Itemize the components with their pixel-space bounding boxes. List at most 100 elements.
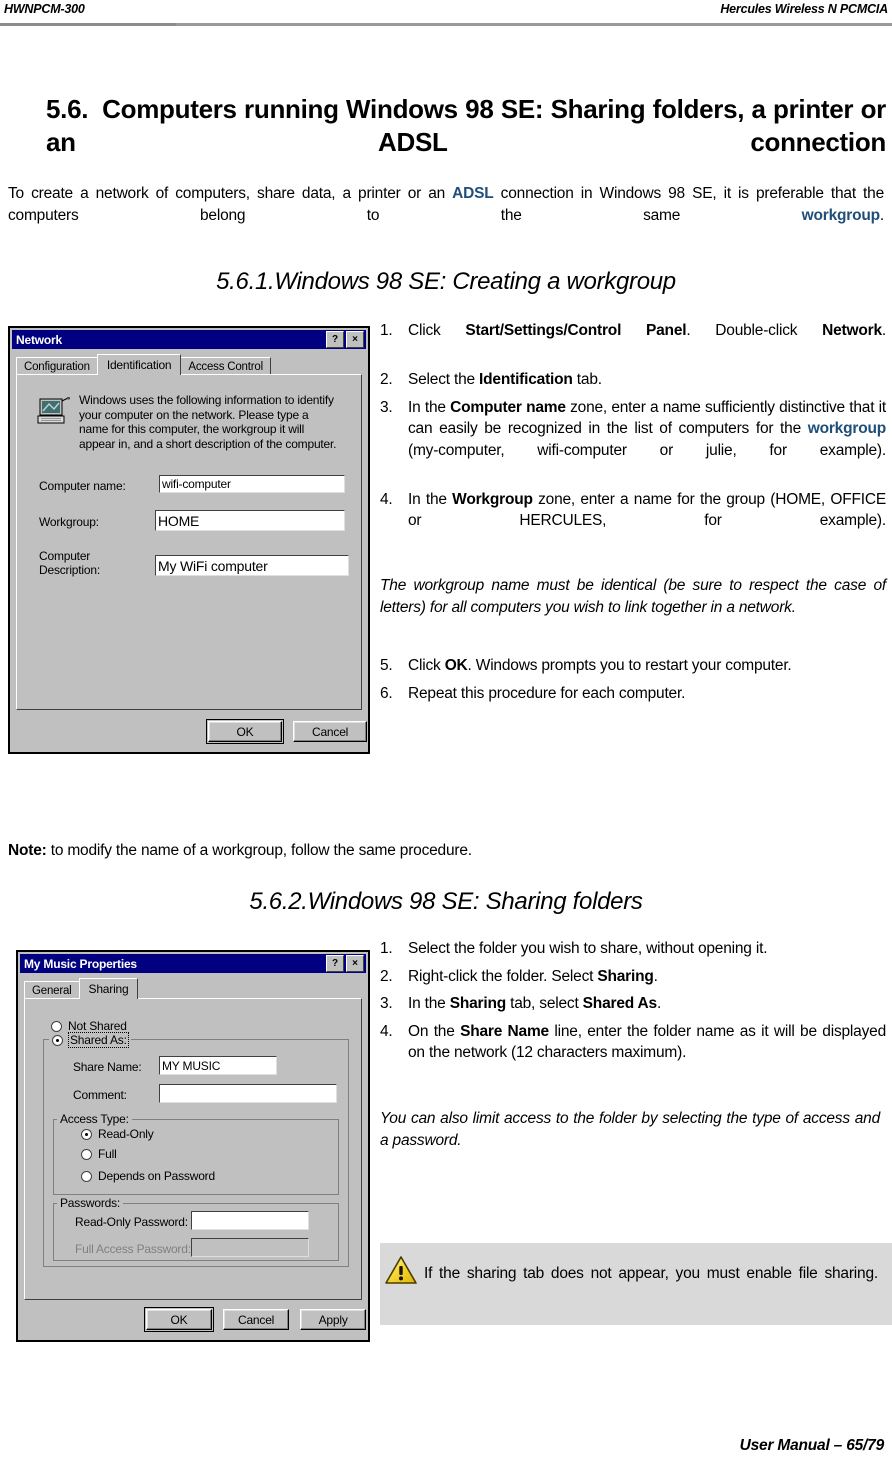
step-text: Select the Identification tab. — [408, 371, 602, 388]
access-type-read-only-radio[interactable]: Read-Only — [81, 1127, 154, 1141]
network-dialog-buttons: OK Cancel — [206, 719, 368, 744]
list-item: 1. Click Start/Settings/Control Panel. D… — [380, 320, 886, 363]
workgroup-identical-note: The workgroup name must be identical (be… — [380, 577, 886, 616]
help-icon[interactable]: ? — [326, 955, 344, 972]
step-text: In the Computer name zone, enter a name … — [408, 398, 886, 459]
list-item: 2. Select the Identification tab. — [380, 369, 886, 391]
step-marker: 4. — [380, 1022, 393, 1040]
step-text: In the Workgroup zone, enter a name for … — [408, 490, 886, 530]
limit-access-note: You can also limit access to the folder … — [380, 1110, 880, 1149]
radio-indicator — [81, 1170, 92, 1182]
step-marker: 2. — [380, 371, 393, 388]
computer-name-input[interactable]: wifi-computer — [159, 475, 345, 493]
network-dialog-description: Windows uses the following information t… — [79, 393, 337, 451]
list-item: 2. Right-click the folder. Select Sharin… — [380, 966, 886, 988]
access-type-full-radio[interactable]: Full — [81, 1147, 117, 1161]
network-dialog-titlebar: Network ? × — [12, 330, 366, 349]
tab-general[interactable]: General — [24, 981, 80, 999]
tab-sharing[interactable]: Sharing — [78, 978, 139, 999]
properties-dialog-buttons: OK Cancel Apply — [144, 1307, 367, 1332]
warning-triangle-icon — [384, 1255, 418, 1292]
section-intro-paragraph: To create a network of computers, share … — [8, 183, 884, 249]
read-only-password-input[interactable] — [191, 1211, 309, 1230]
read-only-label: Read-Only — [98, 1127, 154, 1141]
properties-dialog-title: My Music Properties — [24, 956, 137, 971]
warning-callout: If the sharing tab does not appear, you … — [380, 1243, 892, 1325]
access-type-label: Access Type: — [57, 1112, 132, 1126]
ok-button[interactable]: OK — [144, 1307, 214, 1332]
properties-dialog-titlebar: My Music Properties ? × — [20, 954, 366, 973]
access-type-depends-radio[interactable]: Depends on Password — [81, 1169, 215, 1183]
note-text: to modify the name of a workgroup, follo… — [46, 842, 472, 859]
steps-list-562: 1. Select the folder you wish to share, … — [380, 938, 886, 1070]
step-marker: 1. — [380, 940, 393, 957]
step-text: In the Sharing tab, select Shared As. — [408, 995, 662, 1012]
warning-text: If the sharing tab does not appear, you … — [424, 1265, 878, 1282]
full-access-password-label: Full Access Password: — [75, 1242, 191, 1256]
properties-dialog: My Music Properties ? × General Sharing … — [16, 950, 370, 1342]
step-text: On the Share Name line, enter the folder… — [408, 1022, 886, 1062]
apply-button[interactable]: Apply — [300, 1309, 367, 1330]
share-name-input[interactable]: MY MUSIC — [159, 1056, 277, 1075]
step-text: Click Start/Settings/Control Panel. Doub… — [408, 322, 887, 339]
header-right-text: Hercules Wireless N PCMCIA — [720, 2, 888, 16]
comment-label: Comment: — [73, 1088, 127, 1102]
list-item: 5. Click OK. Windows prompts you to rest… — [380, 655, 886, 677]
share-name-label: Share Name: — [73, 1060, 142, 1074]
radio-indicator — [51, 1020, 62, 1032]
note-paragraph: Note: to modify the name of a workgroup,… — [8, 840, 884, 861]
full-access-password-input — [191, 1238, 309, 1257]
page-footer: User Manual – 65/79 — [739, 1437, 885, 1454]
comment-input[interactable] — [159, 1084, 337, 1103]
step-text: Click OK. Windows prompts you to restart… — [408, 657, 792, 674]
computer-name-label: Computer name: — [39, 479, 126, 493]
step-marker: 3. — [380, 995, 393, 1012]
close-icon[interactable]: × — [346, 331, 364, 348]
close-icon[interactable]: × — [346, 955, 364, 972]
sharing-tab-page: Not Shared Shared As: Share Name: MY MUS… — [24, 998, 362, 1300]
tab-identification[interactable]: Identification — [96, 354, 182, 375]
list-item: 6. Repeat this procedure for each comput… — [380, 683, 886, 705]
workgroup-keyword: workgroup — [801, 207, 880, 224]
list-item: 3. In the Sharing tab, select Shared As. — [380, 993, 886, 1015]
header-divider-accent — [0, 23, 176, 26]
cancel-button[interactable]: Cancel — [293, 721, 368, 742]
workgroup-input[interactable]: HOME — [155, 510, 345, 531]
shared-as-label: Shared As: — [68, 1032, 129, 1048]
list-item: 3. In the Computer name zone, enter a na… — [380, 397, 886, 483]
computer-description-label: Computer Description: — [39, 549, 100, 577]
intro-text-3: . — [879, 207, 884, 224]
step-marker: 5. — [380, 657, 393, 674]
network-dialog: Network ? × Configuration Identification… — [8, 326, 370, 754]
read-only-password-label: Read-Only Password: — [75, 1215, 188, 1229]
tab-access-control[interactable]: Access Control — [180, 357, 271, 375]
tab-configuration[interactable]: Configuration — [16, 357, 98, 375]
adsl-keyword: ADSL — [452, 185, 494, 202]
computer-description-input[interactable]: My WiFi computer — [155, 555, 349, 576]
network-dialog-title: Network — [16, 332, 62, 347]
not-shared-label: Not Shared — [68, 1019, 127, 1033]
intro-text-1: To create a network of computers, share … — [8, 185, 453, 202]
note-label: Note: — [8, 842, 47, 859]
step-text: Select the folder you wish to share, wit… — [408, 940, 768, 957]
radio-indicator — [81, 1148, 92, 1160]
properties-dialog-tabstrip: General Sharing — [18, 978, 368, 999]
step-marker: 6. — [380, 684, 393, 702]
list-item: 4. On the Share Name line, enter the fol… — [380, 1021, 886, 1064]
step-marker: 3. — [380, 398, 393, 416]
identification-tab-page: Windows uses the following information t… — [16, 374, 362, 710]
list-item: 1. Select the folder you wish to share, … — [380, 938, 886, 960]
step-marker: 1. — [380, 322, 393, 339]
not-shared-radio[interactable]: Not Shared — [51, 1019, 127, 1033]
ok-button[interactable]: OK — [206, 719, 284, 744]
help-icon[interactable]: ? — [326, 331, 344, 348]
list-item: 4. In the Workgroup zone, enter a name f… — [380, 489, 886, 554]
section-number: 5.6. — [46, 94, 89, 124]
network-dialog-tabstrip: Configuration Identification Access Cont… — [10, 354, 368, 375]
subsection-heading-561: 5.6.1.Windows 98 SE: Creating a workgrou… — [216, 268, 676, 295]
computer-network-icon — [37, 396, 71, 430]
step-marker: 4. — [380, 490, 393, 508]
radio-indicator — [81, 1128, 92, 1140]
cancel-button[interactable]: Cancel — [223, 1309, 290, 1330]
shared-as-radio[interactable]: Shared As: — [49, 1032, 131, 1048]
